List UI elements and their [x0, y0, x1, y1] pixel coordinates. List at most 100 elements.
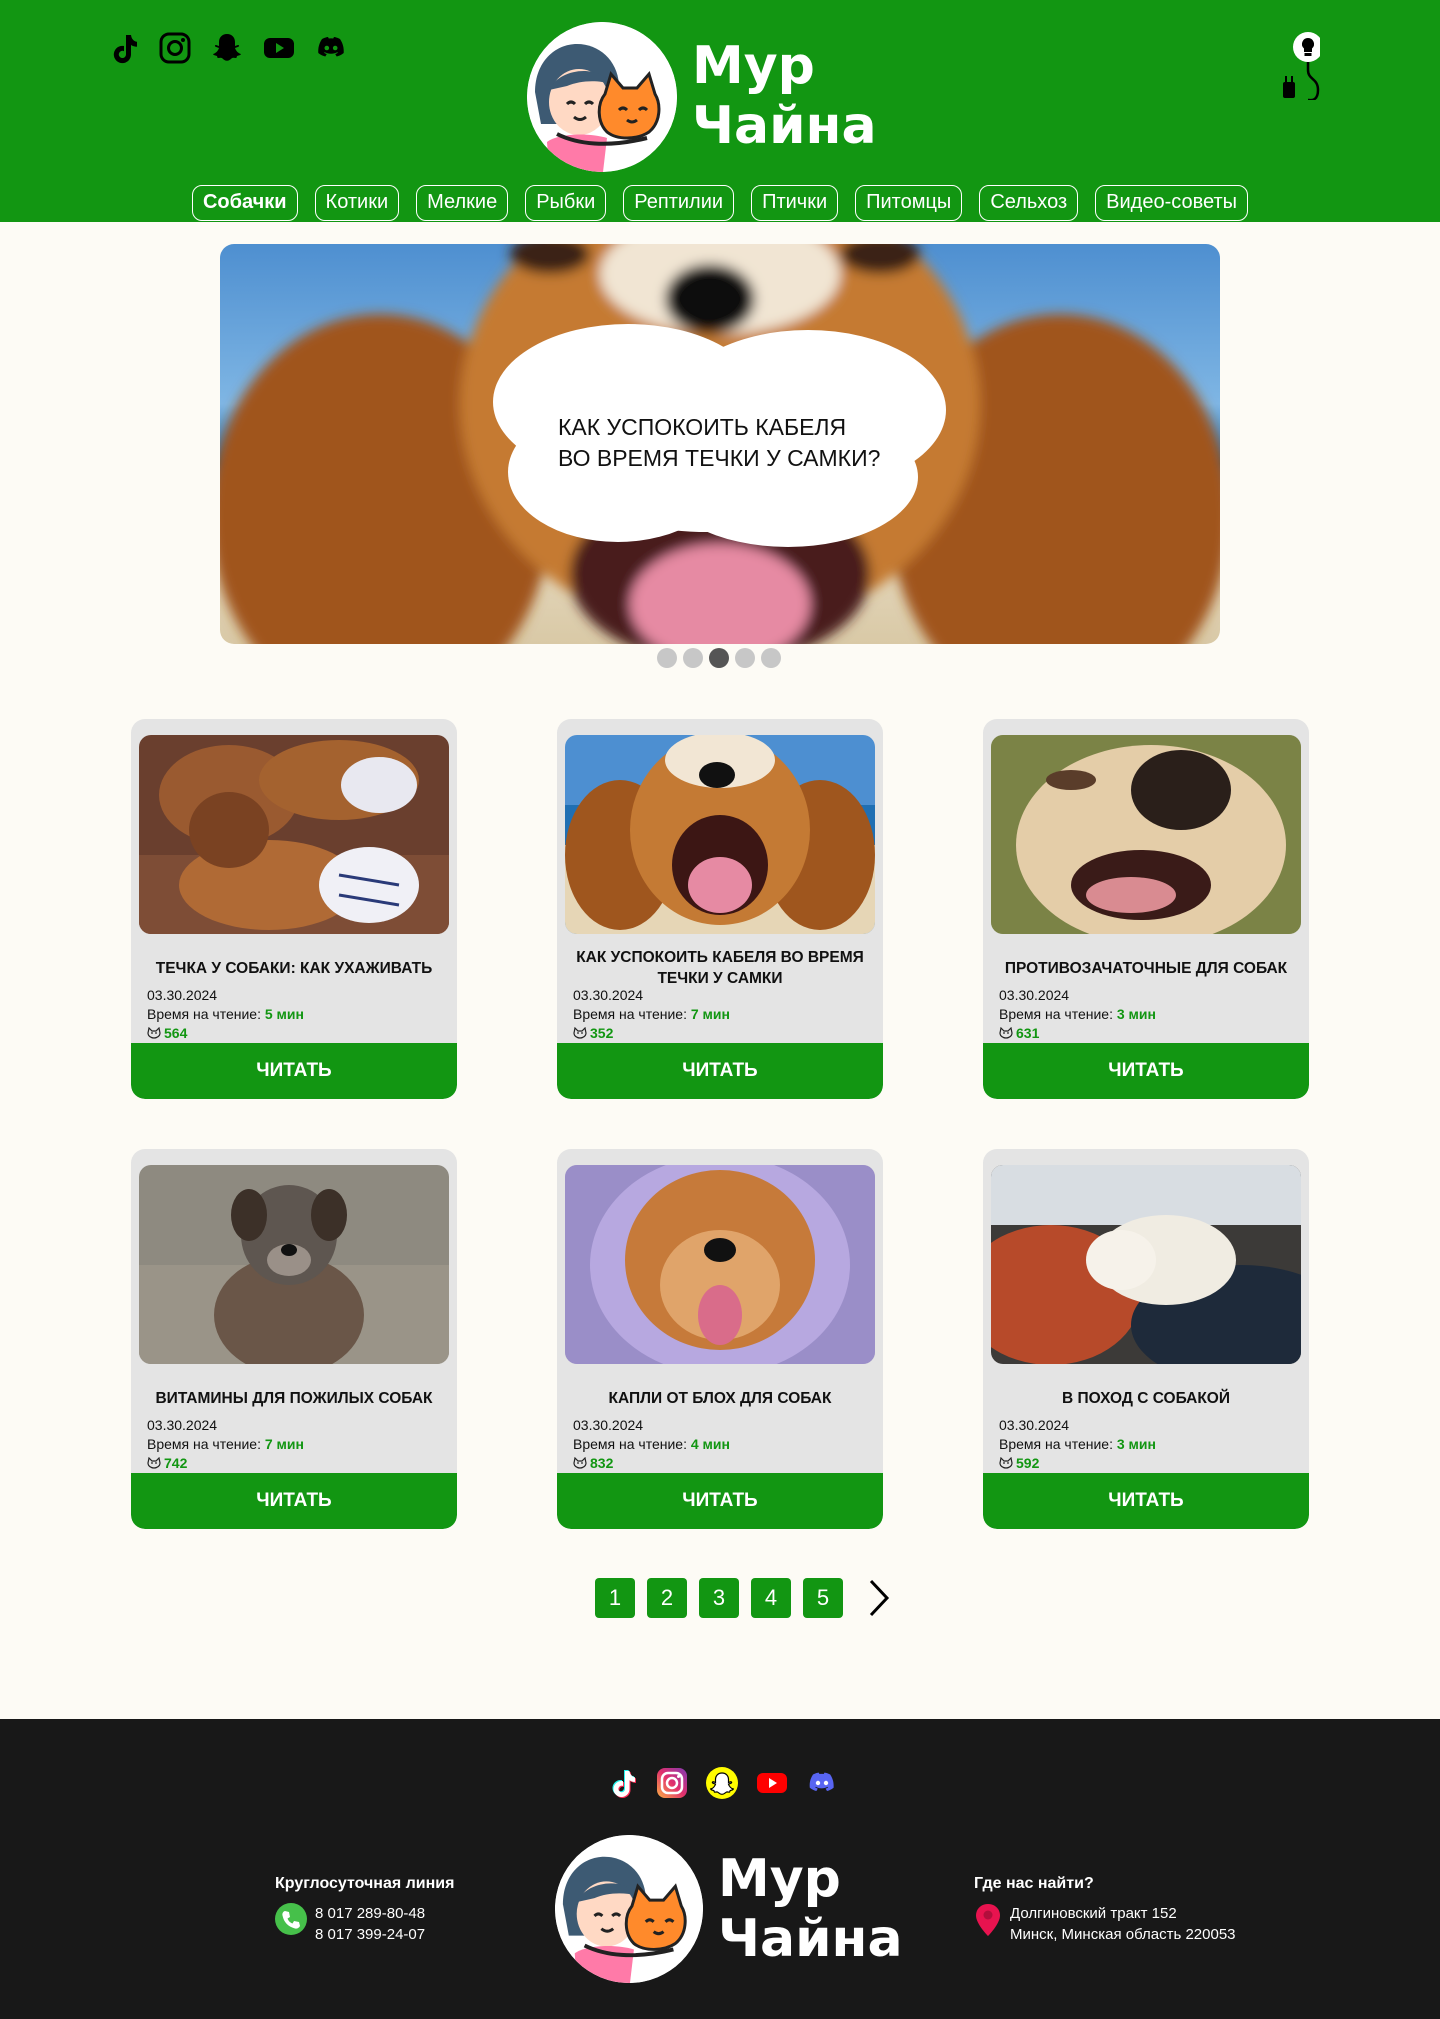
article-views: 592	[999, 1455, 1039, 1471]
read-button[interactable]: ЧИТАТЬ	[557, 1473, 883, 1529]
article-photo[interactable]	[139, 1165, 449, 1364]
article-views: 631	[999, 1025, 1039, 1041]
article-card: ТЕЧКА У СОБАКИ: КАК УХАЖИВАТЬ 03.30.2024…	[131, 719, 457, 1099]
slider-dot-5[interactable]	[761, 648, 781, 668]
page-button-2[interactable]: 2	[647, 1578, 687, 1618]
article-photo[interactable]	[565, 1165, 875, 1364]
article-date: 03.30.2024	[999, 1417, 1070, 1433]
page-button-1[interactable]: 1	[595, 1578, 635, 1618]
read-time-label: Время на чтение:	[147, 1006, 261, 1022]
article-photo[interactable]	[565, 735, 875, 934]
phone-2[interactable]: 8 017 399-24-07	[315, 1924, 425, 1945]
dog-face-icon	[147, 1027, 161, 1039]
read-time-value: 3 мин	[1116, 1436, 1156, 1452]
views-count: 631	[1016, 1025, 1040, 1041]
views-count: 592	[1016, 1455, 1040, 1471]
article-photo[interactable]	[991, 735, 1301, 934]
social-links-bottom	[606, 1767, 838, 1799]
slider-dot-2[interactable]	[683, 648, 703, 668]
article-read-time: Время на чтение: 3 мин	[999, 1436, 1156, 1452]
tiktok-icon[interactable]	[106, 31, 140, 65]
discord-icon[interactable]	[806, 1767, 838, 1799]
article-photo[interactable]	[139, 735, 449, 934]
instagram-icon[interactable]	[656, 1767, 688, 1799]
views-count: 564	[164, 1025, 188, 1041]
read-button[interactable]: ЧИТАТЬ	[983, 1043, 1309, 1099]
article-read-time: Время на чтение: 5 мин	[147, 1006, 304, 1022]
read-button[interactable]: ЧИТАТЬ	[983, 1473, 1309, 1529]
read-button[interactable]: ЧИТАТЬ	[131, 1473, 457, 1529]
article-card: В ПОХОД С СОБАКОЙ 03.30.2024 Время на чт…	[983, 1149, 1309, 1529]
slider-dot-3[interactable]	[709, 648, 729, 668]
nav-item-birds[interactable]: Птички	[751, 185, 839, 221]
slider-dot-4[interactable]	[735, 648, 755, 668]
article-photo[interactable]	[991, 1165, 1301, 1364]
phone-icon	[275, 1903, 307, 1935]
logo-mascot-image	[527, 22, 677, 172]
article-read-time: Время на чтение: 7 мин	[573, 1006, 730, 1022]
address-line-2: Минск, Минская область 220053	[1010, 1926, 1236, 1943]
article-title[interactable]: В ПОХОД С СОБАКОЙ	[993, 1377, 1299, 1419]
youtube-icon[interactable]	[262, 31, 296, 65]
page-button-5[interactable]: 5	[803, 1578, 843, 1618]
nav-item-reptiles[interactable]: Рептилии	[623, 185, 735, 221]
nav-item-video-tips[interactable]: Видео-советы	[1095, 185, 1248, 221]
youtube-icon[interactable]	[756, 1767, 788, 1799]
dog-face-icon	[573, 1457, 587, 1469]
nav-item-pets[interactable]: Питомцы	[855, 185, 963, 221]
article-date: 03.30.2024	[147, 987, 218, 1003]
read-button[interactable]: ЧИТАТЬ	[557, 1043, 883, 1099]
social-links-top	[106, 31, 348, 65]
article-title[interactable]: ВИТАМИНЫ ДЛЯ ПОЖИЛЫХ СОБАК	[141, 1377, 447, 1419]
address-block: Где нас найти? Долгиновский тракт 152 Ми…	[974, 1875, 1236, 1945]
article-title[interactable]: КАПЛИ ОТ БЛОХ ДЛЯ СОБАК	[567, 1377, 873, 1419]
article-views: 742	[147, 1455, 187, 1471]
hero-headline-line-1: КАК УСПОКОИТЬ КАБЕЛЯ	[558, 414, 847, 440]
theme-toggle[interactable]	[1280, 30, 1323, 102]
article-date: 03.30.2024	[573, 1417, 644, 1433]
hero-slider[interactable]: КАК УСПОКОИТЬ КАБЕЛЯ ВО ВРЕМЯ ТЕЧКИ У СА…	[220, 244, 1220, 644]
phone-1[interactable]: 8 017 289-80-48	[315, 1903, 425, 1924]
read-time-value: 7 мин	[690, 1006, 730, 1022]
dog-face-icon	[999, 1457, 1013, 1469]
article-card: КАПЛИ ОТ БЛОХ ДЛЯ СОБАК 03.30.2024 Время…	[557, 1149, 883, 1529]
snapchat-icon[interactable]	[210, 31, 244, 65]
views-count: 832	[590, 1455, 614, 1471]
site-logo[interactable]: Мур Чайна	[527, 22, 877, 174]
article-title[interactable]: КАК УСПОКОИТЬ КАБЕЛЯ ВО ВРЕМЯ ТЕЧКИ У СА…	[567, 947, 873, 989]
snapchat-icon[interactable]	[706, 1767, 738, 1799]
read-time-value: 7 мин	[264, 1436, 304, 1452]
read-time-label: Время на чтение:	[999, 1006, 1113, 1022]
chevron-right-icon[interactable]	[859, 1578, 899, 1618]
address-title: Где нас найти?	[974, 1875, 1094, 1892]
read-time-label: Время на чтение:	[573, 1436, 687, 1452]
hero-headline: КАК УСПОКОИТЬ КАБЕЛЯ ВО ВРЕМЯ ТЕЧКИ У СА…	[558, 412, 938, 474]
views-count: 352	[590, 1025, 614, 1041]
nav-item-farm[interactable]: Сельхоз	[979, 185, 1079, 221]
article-card: КАК УСПОКОИТЬ КАБЕЛЯ ВО ВРЕМЯ ТЕЧКИ У СА…	[557, 719, 883, 1099]
hotline-title: Круглосуточная линия	[275, 1875, 455, 1892]
nav-item-cats[interactable]: Котики	[314, 185, 400, 221]
page-button-4[interactable]: 4	[751, 1578, 791, 1618]
footer-logo[interactable]: Мур Чайна	[555, 1835, 903, 1985]
article-title[interactable]: ТЕЧКА У СОБАКИ: КАК УХАЖИВАТЬ	[141, 947, 447, 989]
views-count: 742	[164, 1455, 188, 1471]
article-title[interactable]: ПРОТИВОЗАЧАТОЧНЫЕ ДЛЯ СОБАК	[993, 947, 1299, 989]
tiktok-icon[interactable]	[606, 1767, 638, 1799]
dog-face-icon	[573, 1027, 587, 1039]
read-time-value: 4 мин	[690, 1436, 730, 1452]
nav-item-small-pets[interactable]: Мелкие	[416, 185, 509, 221]
article-card: ВИТАМИНЫ ДЛЯ ПОЖИЛЫХ СОБАК 03.30.2024 Вр…	[131, 1149, 457, 1529]
dog-face-icon	[999, 1027, 1013, 1039]
instagram-icon[interactable]	[158, 31, 192, 65]
read-time-label: Время на чтение:	[999, 1436, 1113, 1452]
brand-name: Мур Чайна	[718, 1849, 903, 1969]
slider-dot-1[interactable]	[657, 648, 677, 668]
nav-item-dogs[interactable]: Собачки	[191, 185, 298, 221]
read-button[interactable]: ЧИТАТЬ	[131, 1043, 457, 1099]
discord-icon[interactable]	[314, 31, 348, 65]
logo-mascot-image	[555, 1835, 703, 1983]
page-button-3[interactable]: 3	[699, 1578, 739, 1618]
article-read-time: Время на чтение: 7 мин	[147, 1436, 304, 1452]
nav-item-fish[interactable]: Рыбки	[525, 185, 607, 221]
